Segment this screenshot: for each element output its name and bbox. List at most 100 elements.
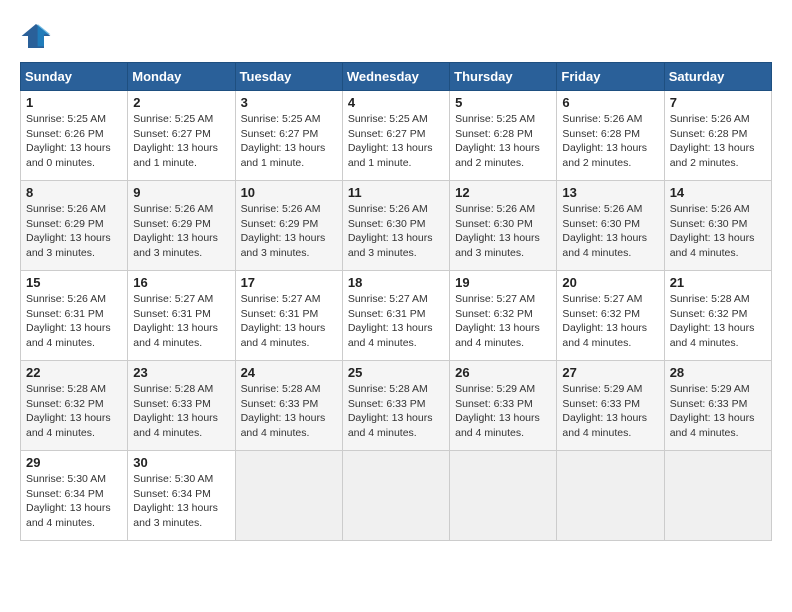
cell-text: Sunrise: 5:25 AMSunset: 6:26 PMDaylight:… — [26, 112, 122, 171]
calendar-cell — [342, 451, 449, 541]
cell-text: Sunrise: 5:27 AMSunset: 6:31 PMDaylight:… — [133, 292, 229, 351]
col-header-wednesday: Wednesday — [342, 63, 449, 91]
page-header — [20, 20, 772, 52]
calendar-cell: 5 Sunrise: 5:25 AMSunset: 6:28 PMDaylight… — [450, 91, 557, 181]
day-number: 27 — [562, 365, 658, 380]
cell-text: Sunrise: 5:29 AMSunset: 6:33 PMDaylight:… — [455, 382, 551, 441]
day-number: 3 — [241, 95, 337, 110]
day-number: 5 — [455, 95, 551, 110]
col-header-sunday: Sunday — [21, 63, 128, 91]
cell-text: Sunrise: 5:26 AMSunset: 6:29 PMDaylight:… — [241, 202, 337, 261]
calendar-cell — [664, 451, 771, 541]
day-number: 2 — [133, 95, 229, 110]
cell-text: Sunrise: 5:26 AMSunset: 6:30 PMDaylight:… — [562, 202, 658, 261]
cell-text: Sunrise: 5:27 AMSunset: 6:32 PMDaylight:… — [562, 292, 658, 351]
calendar-cell: 8 Sunrise: 5:26 AMSunset: 6:29 PMDaylight… — [21, 181, 128, 271]
week-row-3: 15 Sunrise: 5:26 AMSunset: 6:31 PMDayligh… — [21, 271, 772, 361]
calendar-cell: 19 Sunrise: 5:27 AMSunset: 6:32 PMDayligh… — [450, 271, 557, 361]
day-number: 28 — [670, 365, 766, 380]
cell-text: Sunrise: 5:26 AMSunset: 6:28 PMDaylight:… — [670, 112, 766, 171]
day-number: 6 — [562, 95, 658, 110]
cell-text: Sunrise: 5:28 AMSunset: 6:33 PMDaylight:… — [133, 382, 229, 441]
day-number: 25 — [348, 365, 444, 380]
cell-text: Sunrise: 5:29 AMSunset: 6:33 PMDaylight:… — [562, 382, 658, 441]
day-number: 9 — [133, 185, 229, 200]
day-number: 1 — [26, 95, 122, 110]
calendar-cell: 2 Sunrise: 5:25 AMSunset: 6:27 PMDaylight… — [128, 91, 235, 181]
calendar-cell: 16 Sunrise: 5:27 AMSunset: 6:31 PMDayligh… — [128, 271, 235, 361]
cell-text: Sunrise: 5:26 AMSunset: 6:29 PMDaylight:… — [133, 202, 229, 261]
day-number: 19 — [455, 275, 551, 290]
calendar-cell: 29 Sunrise: 5:30 AMSunset: 6:34 PMDayligh… — [21, 451, 128, 541]
cell-text: Sunrise: 5:27 AMSunset: 6:31 PMDaylight:… — [241, 292, 337, 351]
cell-text: Sunrise: 5:26 AMSunset: 6:28 PMDaylight:… — [562, 112, 658, 171]
calendar-cell: 10 Sunrise: 5:26 AMSunset: 6:29 PMDayligh… — [235, 181, 342, 271]
col-header-thursday: Thursday — [450, 63, 557, 91]
cell-text: Sunrise: 5:27 AMSunset: 6:31 PMDaylight:… — [348, 292, 444, 351]
cell-text: Sunrise: 5:26 AMSunset: 6:29 PMDaylight:… — [26, 202, 122, 261]
calendar-cell: 7 Sunrise: 5:26 AMSunset: 6:28 PMDaylight… — [664, 91, 771, 181]
col-header-saturday: Saturday — [664, 63, 771, 91]
cell-text: Sunrise: 5:26 AMSunset: 6:30 PMDaylight:… — [455, 202, 551, 261]
calendar-cell: 3 Sunrise: 5:25 AMSunset: 6:27 PMDaylight… — [235, 91, 342, 181]
week-row-4: 22 Sunrise: 5:28 AMSunset: 6:32 PMDayligh… — [21, 361, 772, 451]
calendar-table: SundayMondayTuesdayWednesdayThursdayFrid… — [20, 62, 772, 541]
day-number: 26 — [455, 365, 551, 380]
day-number: 20 — [562, 275, 658, 290]
col-header-tuesday: Tuesday — [235, 63, 342, 91]
calendar-cell: 27 Sunrise: 5:29 AMSunset: 6:33 PMDayligh… — [557, 361, 664, 451]
day-number: 18 — [348, 275, 444, 290]
calendar-cell: 24 Sunrise: 5:28 AMSunset: 6:33 PMDayligh… — [235, 361, 342, 451]
calendar-cell: 11 Sunrise: 5:26 AMSunset: 6:30 PMDayligh… — [342, 181, 449, 271]
logo — [20, 20, 56, 52]
day-number: 22 — [26, 365, 122, 380]
cell-text: Sunrise: 5:30 AMSunset: 6:34 PMDaylight:… — [26, 472, 122, 531]
calendar-cell: 17 Sunrise: 5:27 AMSunset: 6:31 PMDayligh… — [235, 271, 342, 361]
calendar-cell — [235, 451, 342, 541]
col-header-monday: Monday — [128, 63, 235, 91]
day-number: 16 — [133, 275, 229, 290]
day-number: 10 — [241, 185, 337, 200]
cell-text: Sunrise: 5:28 AMSunset: 6:32 PMDaylight:… — [670, 292, 766, 351]
day-number: 15 — [26, 275, 122, 290]
cell-text: Sunrise: 5:28 AMSunset: 6:33 PMDaylight:… — [241, 382, 337, 441]
day-number: 21 — [670, 275, 766, 290]
cell-text: Sunrise: 5:26 AMSunset: 6:30 PMDaylight:… — [348, 202, 444, 261]
cell-text: Sunrise: 5:25 AMSunset: 6:27 PMDaylight:… — [133, 112, 229, 171]
calendar-cell: 28 Sunrise: 5:29 AMSunset: 6:33 PMDayligh… — [664, 361, 771, 451]
day-number: 8 — [26, 185, 122, 200]
cell-text: Sunrise: 5:30 AMSunset: 6:34 PMDaylight:… — [133, 472, 229, 531]
day-number: 11 — [348, 185, 444, 200]
cell-text: Sunrise: 5:28 AMSunset: 6:33 PMDaylight:… — [348, 382, 444, 441]
cell-text: Sunrise: 5:25 AMSunset: 6:27 PMDaylight:… — [241, 112, 337, 171]
calendar-cell: 18 Sunrise: 5:27 AMSunset: 6:31 PMDayligh… — [342, 271, 449, 361]
calendar-cell: 6 Sunrise: 5:26 AMSunset: 6:28 PMDaylight… — [557, 91, 664, 181]
cell-text: Sunrise: 5:25 AMSunset: 6:28 PMDaylight:… — [455, 112, 551, 171]
day-number: 13 — [562, 185, 658, 200]
day-number: 29 — [26, 455, 122, 470]
day-number: 17 — [241, 275, 337, 290]
week-row-1: 1 Sunrise: 5:25 AMSunset: 6:26 PMDaylight… — [21, 91, 772, 181]
calendar-cell: 9 Sunrise: 5:26 AMSunset: 6:29 PMDaylight… — [128, 181, 235, 271]
calendar-cell: 14Sunrise: 5:26 AMSunset: 6:30 PMDayligh… — [664, 181, 771, 271]
calendar-cell: 20 Sunrise: 5:27 AMSunset: 6:32 PMDayligh… — [557, 271, 664, 361]
cell-text: Sunrise: 5:28 AMSunset: 6:32 PMDaylight:… — [26, 382, 122, 441]
calendar-cell: 4Sunrise: 5:25 AMSunset: 6:27 PMDaylight… — [342, 91, 449, 181]
day-number: 7 — [670, 95, 766, 110]
calendar-cell: 30 Sunrise: 5:30 AMSunset: 6:34 PMDayligh… — [128, 451, 235, 541]
day-number: 14 — [670, 185, 766, 200]
day-number: 24 — [241, 365, 337, 380]
calendar-cell: 21 Sunrise: 5:28 AMSunset: 6:32 PMDayligh… — [664, 271, 771, 361]
cell-text: Sunrise: 5:27 AMSunset: 6:32 PMDaylight:… — [455, 292, 551, 351]
day-number: 4 — [348, 95, 444, 110]
calendar-cell: 23Sunrise: 5:28 AMSunset: 6:33 PMDayligh… — [128, 361, 235, 451]
calendar-cell: 12Sunrise: 5:26 AMSunset: 6:30 PMDayligh… — [450, 181, 557, 271]
calendar-header-row: SundayMondayTuesdayWednesdayThursdayFrid… — [21, 63, 772, 91]
cell-text: Sunrise: 5:26 AMSunset: 6:31 PMDaylight:… — [26, 292, 122, 351]
cell-text: Sunrise: 5:29 AMSunset: 6:33 PMDaylight:… — [670, 382, 766, 441]
calendar-cell: 1 Sunrise: 5:25 AMSunset: 6:26 PMDaylight… — [21, 91, 128, 181]
week-row-2: 8 Sunrise: 5:26 AMSunset: 6:29 PMDaylight… — [21, 181, 772, 271]
day-number: 30 — [133, 455, 229, 470]
logo-icon — [20, 20, 52, 52]
calendar-cell — [557, 451, 664, 541]
